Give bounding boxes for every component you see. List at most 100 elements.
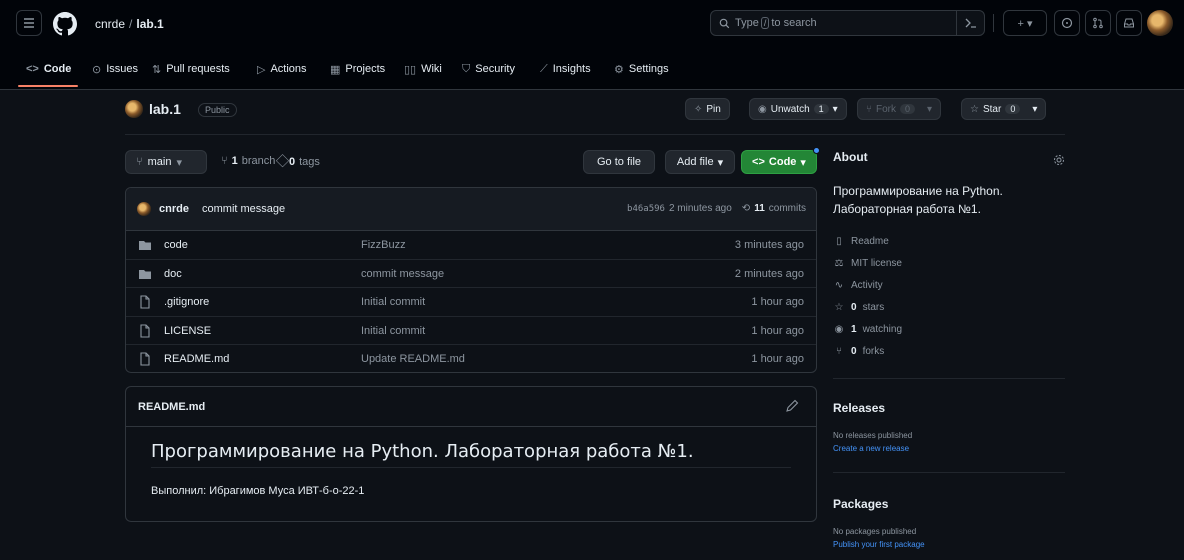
stars-count: 0 <box>851 301 857 313</box>
file-name[interactable]: code <box>164 239 188 251</box>
file-name[interactable]: README.md <box>164 353 229 365</box>
tab-label: Security <box>475 63 515 75</box>
publish-package-link[interactable]: Publish your first package <box>833 540 925 549</box>
table-row[interactable]: LICENSE Initial commit 1 hour ago <box>126 317 816 346</box>
hamburger-icon <box>24 18 34 28</box>
readme-heading: Программирование на Python. Лабораторная… <box>151 441 694 462</box>
readme-link[interactable]: ▯ Readme <box>833 235 889 247</box>
avatar[interactable] <box>137 202 151 216</box>
repo-tabs: <> Code ⊙ Issues ⇅ Pull requests ▷ Actio… <box>0 52 1184 90</box>
branch-selector[interactable]: ⑂ main ▾ <box>125 150 207 174</box>
chevron-down-icon: ▾ <box>1032 103 1038 115</box>
command-palette-button[interactable] <box>956 11 984 35</box>
breadcrumb-repo[interactable]: lab.1 <box>136 17 163 31</box>
tab-pull-requests[interactable]: ⇅ Pull requests <box>152 58 230 80</box>
github-logo-icon[interactable] <box>53 12 77 36</box>
fork-label: Fork <box>876 103 896 115</box>
packages-title[interactable]: Packages <box>833 497 888 511</box>
file-commit-message[interactable]: Initial commit <box>361 296 425 308</box>
license-link-label: MIT license <box>851 257 902 269</box>
add-file-label: Add file <box>676 156 714 168</box>
code-label: Code <box>768 156 797 168</box>
file-commit-message[interactable]: FizzBuzz <box>361 239 406 251</box>
star-icon: ☆ <box>970 103 979 115</box>
file-commit-message[interactable]: Initial commit <box>361 325 425 337</box>
tab-settings[interactable]: ⚙ Settings <box>614 58 669 80</box>
releases-title[interactable]: Releases <box>833 401 885 415</box>
repo-title[interactable]: lab.1 <box>149 101 181 117</box>
forks-link[interactable]: ⑂ 0 forks <box>833 345 884 357</box>
gear-icon[interactable] <box>1053 154 1065 166</box>
file-commit-message[interactable]: Update README.md <box>361 353 465 365</box>
inbox-button[interactable] <box>1116 10 1142 36</box>
file-time: 1 hour ago <box>751 353 804 366</box>
header-row: cnrde / lab.1 Type / to search + ▾ <box>0 10 1184 40</box>
file-commit-message[interactable]: commit message <box>361 268 444 280</box>
unwatch-button[interactable]: ◉ Unwatch 1 ▾ <box>749 98 847 120</box>
tab-issues[interactable]: ⊙ Issues <box>92 58 138 80</box>
star-button[interactable]: ☆ Star 0 ▾ <box>961 98 1047 120</box>
create-new-button[interactable]: + ▾ <box>1003 10 1047 36</box>
commits-count[interactable]: 11 <box>754 203 765 214</box>
tab-label: Pull requests <box>166 63 230 75</box>
pull-requests-button[interactable] <box>1085 10 1111 36</box>
fork-button[interactable]: ⑂ Fork 0 ▾ <box>857 98 942 120</box>
license-link[interactable]: ⚖ MIT license <box>833 257 902 269</box>
file-name[interactable]: doc <box>164 268 182 280</box>
breadcrumb-owner[interactable]: cnrde <box>95 17 125 31</box>
chevron-down-icon: ▾ <box>176 156 182 169</box>
table-row[interactable]: .gitignore Initial commit 1 hour ago <box>126 288 816 317</box>
fork-count: 0 <box>900 104 916 114</box>
tab-wiki[interactable]: ▯▯ Wiki <box>404 58 442 80</box>
terminal-icon <box>965 18 976 28</box>
file-name[interactable]: .gitignore <box>164 296 209 308</box>
branches-link[interactable]: ⑂ 1 branch <box>221 155 275 167</box>
commit-meta: b46a596 2 minutes ago ⟲ 11 commits <box>627 203 806 214</box>
stars-link[interactable]: ☆ 0 stars <box>833 301 885 313</box>
table-row[interactable]: doc commit message 2 minutes ago <box>126 260 816 289</box>
create-release-link[interactable]: Create a new release <box>833 444 909 453</box>
watching-link[interactable]: ◉ 1 watching <box>833 323 902 335</box>
go-to-file-button[interactable]: Go to file <box>583 150 655 174</box>
file-name[interactable]: LICENSE <box>164 325 211 337</box>
issues-button[interactable] <box>1054 10 1080 36</box>
search-input[interactable]: Type / to search <box>710 10 985 36</box>
table-row[interactable]: code FizzBuzz 3 minutes ago <box>126 231 816 260</box>
commit-hash[interactable]: b46a596 <box>627 204 665 214</box>
code-button[interactable]: <> Code ▾ <box>741 147 820 174</box>
commit-message[interactable]: commit message <box>202 203 285 215</box>
commits-label[interactable]: commits <box>769 203 806 214</box>
search-placeholder-prefix: Type <box>735 17 759 29</box>
folder-icon <box>139 241 151 250</box>
tab-security[interactable]: ⛉ Security <box>462 58 515 80</box>
branches-count: 1 <box>231 155 238 167</box>
owner-avatar <box>125 100 143 118</box>
divider <box>125 134 1065 135</box>
pin-button[interactable]: ✧ Pin <box>685 98 730 120</box>
chevron-down-icon: ▾ <box>927 103 933 115</box>
tab-projects[interactable]: ▦ Projects <box>330 58 385 80</box>
activity-link[interactable]: ∿ Activity <box>833 279 883 291</box>
star-count: 0 <box>1005 104 1021 114</box>
watching-label: watching <box>862 323 903 335</box>
user-avatar[interactable] <box>1147 10 1173 36</box>
readme-title[interactable]: README.md <box>138 401 205 413</box>
tags-link[interactable]: ⃟ 0 tags <box>285 155 320 168</box>
branches-label: branch <box>241 155 276 167</box>
file-icon <box>140 324 150 338</box>
pencil-icon[interactable] <box>784 398 800 414</box>
tab-insights[interactable]: ⟋ Insights <box>540 58 591 80</box>
book-icon: ▯ <box>836 235 842 247</box>
issue-icon: ⊙ <box>92 63 102 76</box>
tab-code[interactable]: <> Code <box>26 58 71 80</box>
latest-commit: cnrde commit message b46a596 2 minutes a… <box>126 188 816 231</box>
menu-button[interactable] <box>16 10 42 36</box>
tab-label: Code <box>43 63 72 75</box>
tab-actions[interactable]: ▷ Actions <box>257 58 307 80</box>
header-divider <box>993 14 994 32</box>
table-row[interactable]: README.md Update README.md 1 hour ago <box>126 345 816 372</box>
about-title: About <box>833 150 868 164</box>
commit-author[interactable]: cnrde <box>159 203 189 215</box>
add-file-button[interactable]: Add file ▾ <box>665 150 735 174</box>
global-header: cnrde / lab.1 Type / to search + ▾ <> Co… <box>0 0 1184 90</box>
